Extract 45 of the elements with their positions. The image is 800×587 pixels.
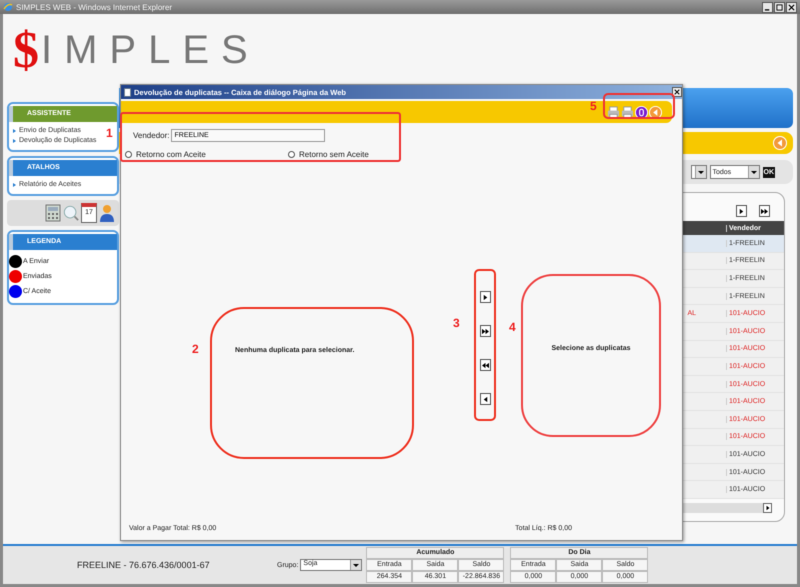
window-title: SIMPLES WEB - Windows Internet Explorer — [16, 2, 172, 12]
transfer-button[interactable] — [480, 325, 490, 337]
printer-icon[interactable] — [621, 106, 634, 118]
minimize-button[interactable] — [762, 2, 773, 12]
fast-forward-icon — [761, 208, 768, 214]
radio-option[interactable]: Retorno sem Aceite — [288, 150, 451, 159]
person-icon[interactable] — [99, 204, 115, 222]
transfer-button[interactable] — [480, 393, 490, 405]
transfer-button[interactable] — [480, 359, 490, 371]
back-icon[interactable] — [649, 106, 662, 118]
radio-icon[interactable] — [288, 151, 295, 158]
close-button[interactable] — [672, 87, 682, 97]
annotation-number: 3 — [453, 316, 460, 330]
play-icon — [764, 505, 770, 511]
annotation-number: 4 — [509, 320, 516, 334]
arrow-icon — [482, 328, 488, 334]
logo-symbol: $ — [13, 20, 39, 80]
radio-option[interactable]: Retorno com Aceite — [125, 150, 288, 159]
close-icon — [674, 89, 680, 95]
calculator-icon[interactable] — [45, 204, 61, 222]
company-info: FREELINE - 76.676.436/0001-67 — [77, 560, 211, 570]
next-page-button[interactable] — [736, 205, 747, 217]
arrow-icon — [482, 362, 488, 368]
close-icon — [788, 4, 795, 10]
annotation-number: 5 — [590, 99, 597, 113]
transfer-button[interactable] — [480, 291, 490, 303]
scroll-right-button[interactable] — [763, 503, 772, 513]
play-icon — [738, 208, 745, 214]
last-page-button[interactable] — [759, 205, 770, 217]
logo-text: IMPLES — [41, 28, 260, 72]
printer-icon[interactable] — [607, 106, 620, 118]
close-button[interactable] — [786, 2, 797, 12]
arrow-icon — [482, 294, 488, 300]
maximize-button[interactable] — [774, 2, 785, 12]
magnifier-icon[interactable] — [63, 204, 79, 222]
maximize-icon — [776, 4, 783, 10]
browser-logo-icon — [3, 2, 13, 12]
annotation-number: 1 — [106, 126, 113, 140]
dropdown[interactable] — [690, 165, 706, 179]
vendor-label: Vendedor: — [133, 131, 170, 140]
page-icon — [124, 88, 131, 96]
annotation-number: 2 — [192, 342, 199, 356]
arrow-icon — [482, 396, 488, 402]
annotation-frame — [603, 93, 675, 119]
radio-icon[interactable] — [125, 151, 132, 158]
